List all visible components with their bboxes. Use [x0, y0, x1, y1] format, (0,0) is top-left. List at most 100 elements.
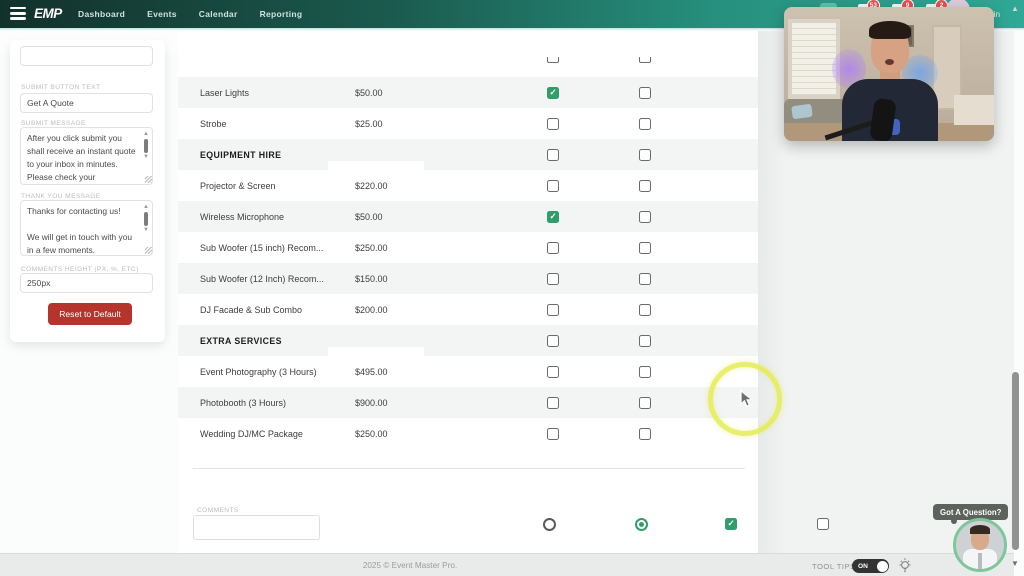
toggle-state-label: ON [858, 562, 868, 570]
submit-message-textarea[interactable]: After you click submit you shall receive… [20, 127, 153, 185]
item-name: EXTRA SERVICES [200, 335, 282, 346]
comments-label: COMMENTS [197, 507, 239, 514]
scrollbar-down-arrow[interactable]: ▼ [1011, 559, 1019, 568]
item-price: $200.00 [355, 304, 388, 315]
checkbox[interactable] [639, 57, 651, 63]
item-price: $150.00 [355, 273, 388, 284]
item-name: Event Photography (3 Hours) [200, 366, 317, 377]
table-row: Photobooth (3 Hours) $900.00 [178, 387, 758, 418]
comments-textarea[interactable] [193, 515, 320, 540]
pillow [791, 103, 813, 120]
checkbox[interactable] [639, 179, 651, 192]
checkbox[interactable] [547, 365, 559, 378]
item-name: Wedding DJ/MC Package [200, 428, 303, 439]
toggle-knob [876, 560, 888, 572]
page-footer: 2025 © Event Master Pro. TOOL TIPS ON [0, 553, 1014, 576]
item-name: Sub Woofer (12 Inch) Recom... [200, 273, 324, 284]
mouse-cursor-icon [740, 390, 754, 407]
divider [193, 468, 745, 469]
presenter-mouth [885, 59, 894, 65]
radio-button[interactable] [543, 518, 556, 531]
checkbox[interactable] [639, 365, 651, 378]
table-row: Event Photography (3 Hours) $495.00 [178, 356, 758, 387]
item-price: $25.00 [355, 118, 383, 129]
item-name: Projector & Screen [200, 180, 276, 191]
cabinet [954, 95, 994, 125]
nav-item-reporting[interactable]: Reporting [260, 9, 303, 19]
item-price: $250.00 [355, 242, 388, 253]
checkbox[interactable] [639, 427, 651, 440]
item-price: $50.00 [355, 211, 383, 222]
item-name: Sub Woofer (15 inch) Recom... [200, 242, 324, 253]
table-row: Sub Woofer (12 Inch) Recom... $150.00 [178, 263, 758, 294]
table-row: Wireless Microphone $50.00 [178, 201, 758, 232]
section-row: EXTRA SERVICES [178, 325, 758, 358]
checkbox[interactable] [547, 179, 559, 192]
checkbox[interactable] [547, 86, 559, 99]
item-price: $220.00 [355, 180, 388, 191]
window-blinds [788, 19, 840, 99]
checkbox[interactable] [817, 518, 829, 530]
submit-button-text-input[interactable] [20, 93, 153, 113]
webcam-video-overlay [784, 7, 994, 141]
checkbox[interactable] [547, 427, 559, 440]
pricing-form-card: Laser Lights $50.00 Strobe $25.00 EQUIPMENT … [178, 31, 829, 553]
submit-button-text-label: SUBMIT BUTTON TEXT [21, 84, 101, 91]
textarea-scrollbar[interactable]: ▲ ▼ [141, 131, 151, 161]
table-row: Strobe $25.00 [178, 108, 758, 139]
table-row: Projector & Screen $220.00 [178, 170, 758, 201]
checkbox[interactable] [547, 210, 559, 223]
nav-item-calendar[interactable]: Calendar [199, 9, 238, 19]
reset-to-default-button[interactable]: Reset to Default [48, 303, 132, 325]
clipped-top-field[interactable] [20, 46, 153, 66]
radio-button[interactable] [635, 518, 648, 531]
checkbox[interactable] [547, 241, 559, 254]
nav-item-dashboard[interactable]: Dashboard [78, 9, 125, 19]
item-name: Photobooth (3 Hours) [200, 397, 287, 408]
thank-you-message-label: THANK YOU MESSAGE [21, 193, 101, 200]
app-window: EMP Dashboard Events Calendar Reporting 53 9… [0, 0, 1024, 576]
checkbox[interactable] [547, 117, 559, 130]
scrollbar-thumb[interactable] [1012, 372, 1019, 550]
checkbox[interactable] [639, 241, 651, 254]
form-settings-panel: SUBMIT BUTTON TEXT SUBMIT MESSAGE After … [10, 40, 165, 342]
checkbox[interactable] [547, 148, 559, 161]
checkbox[interactable] [547, 272, 559, 285]
checkbox[interactable] [639, 117, 651, 130]
resize-grip-icon[interactable] [145, 247, 152, 254]
thank-you-message-textarea[interactable]: Thanks for contacting us! We will get in… [20, 200, 153, 256]
checkbox[interactable] [547, 334, 559, 347]
checkbox[interactable] [725, 518, 737, 530]
item-name: Strobe [200, 118, 227, 129]
textarea-scrollbar[interactable]: ▲ ▼ [141, 204, 151, 234]
checkbox[interactable] [639, 86, 651, 99]
checkbox[interactable] [639, 396, 651, 409]
pricing-table: Laser Lights $50.00 Strobe $25.00 EQUIPMENT … [178, 77, 758, 449]
section-row: EQUIPMENT HIRE [178, 139, 758, 172]
checkbox[interactable] [639, 148, 651, 161]
checkbox[interactable] [547, 57, 559, 63]
scrollbar-up-arrow[interactable]: ▲ [1011, 4, 1019, 13]
table-row: Sub Woofer (15 inch) Recom... $250.00 [178, 232, 758, 263]
resize-grip-icon[interactable] [145, 176, 152, 183]
hamburger-menu-icon[interactable] [10, 7, 26, 20]
checkbox[interactable] [639, 334, 651, 347]
checkbox[interactable] [639, 210, 651, 223]
copyright-text: 2025 © Event Master Pro. [362, 561, 458, 570]
tool-tips-toggle[interactable]: ON [852, 559, 889, 573]
item-name: Laser Lights [200, 87, 250, 98]
table-row: DJ Facade & Sub Combo $200.00 [178, 294, 758, 325]
checkbox[interactable] [547, 396, 559, 409]
checkbox[interactable] [639, 272, 651, 285]
presenter-hair [869, 21, 911, 39]
nav-item-events[interactable]: Events [147, 9, 177, 19]
item-price: $495.00 [355, 366, 388, 377]
submit-message-label: SUBMIT MESSAGE [21, 120, 86, 127]
checkbox[interactable] [639, 303, 651, 316]
chat-agent-button[interactable] [953, 518, 1007, 572]
checkbox[interactable] [547, 303, 559, 316]
comments-height-input[interactable] [20, 273, 153, 293]
lightbulb-icon [899, 558, 911, 573]
comments-height-label: COMMENTS HEIGHT (PX, %, ETC) [21, 266, 139, 273]
app-logo[interactable]: EMP [34, 6, 62, 21]
